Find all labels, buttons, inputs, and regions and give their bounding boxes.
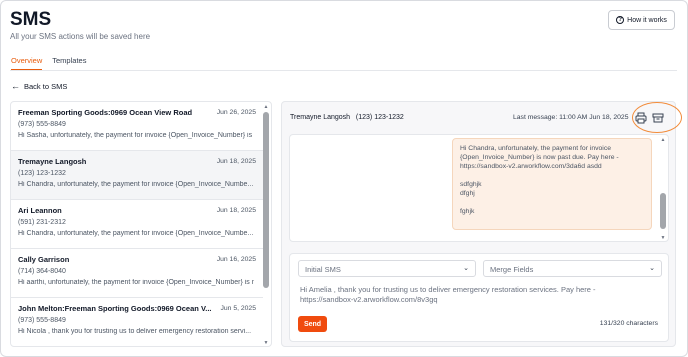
last-message-timestamp: Last message: 11:00 AM Jun 18, 2025 xyxy=(513,114,629,121)
tab-templates[interactable]: Templates xyxy=(52,56,86,71)
conversation-preview: Hi Sasha, unfortunately, the payment for… xyxy=(18,132,254,139)
conversation-item[interactable]: Tremayne Langosh Jun 18, 2025 (123) 123-… xyxy=(11,151,263,200)
how-it-works-label: How it works xyxy=(627,16,667,24)
conversation-phone: (973) 555-8849 xyxy=(18,317,66,324)
message-line: {Open_Invoice_Number} is now past due. P… xyxy=(460,154,619,161)
message-line: Hi Chandra, unfortunately, the payment f… xyxy=(460,145,611,152)
conversation-phone: (591) 231-2312 xyxy=(18,219,66,226)
merge-fields-select[interactable]: Merge Fields ⌄ xyxy=(483,260,662,277)
message-history: Hi Chandra, unfortunately, the payment f… xyxy=(289,134,669,242)
arrow-left-icon: ← xyxy=(11,81,20,91)
chevron-down-icon: ⌄ xyxy=(463,265,469,272)
conversation-date: Jun 5, 2025 xyxy=(220,305,256,312)
conversation-preview: Hi Chandra, unfortunately, the payment f… xyxy=(18,181,254,188)
message-input[interactable]: Hi Amelia , thank you for trusting us to… xyxy=(300,285,600,305)
page-title: SMS xyxy=(10,9,52,30)
scroll-down-icon[interactable]: ▼ xyxy=(660,235,666,241)
message-line xyxy=(460,198,644,207)
conversation-preview: Hi Chandra, unfortunately, the payment f… xyxy=(18,230,254,237)
thread-contact: Tremayne Langosh (123) 123-1232 xyxy=(290,114,404,121)
thread-contact-name: Tremayne Langosh xyxy=(290,114,351,121)
scrollbar-thumb[interactable] xyxy=(660,193,666,229)
merge-fields-select-value: Merge Fields xyxy=(490,265,534,274)
message-line xyxy=(460,171,644,180)
conversation-phone: (973) 555-8849 xyxy=(18,121,66,128)
back-link-label: Back to SMS xyxy=(24,81,68,91)
conversation-item[interactable]: Freeman Sporting Goods:0969 Ocean View R… xyxy=(11,102,263,151)
scroll-up-icon[interactable]: ▲ xyxy=(263,104,269,110)
conversation-item[interactable]: John Melton:Freeman Sporting Goods:0969 … xyxy=(11,298,263,346)
template-select-value: Initial SMS xyxy=(305,265,341,274)
annotation-circle xyxy=(632,102,682,133)
conversation-item[interactable]: Ari Leannon Jun 18, 2025 (591) 231-2312 … xyxy=(11,200,263,249)
conversation-date: Jun 26, 2025 xyxy=(216,109,256,116)
page-subtitle: All your SMS actions will be saved here xyxy=(10,32,151,41)
message-line: dfghj xyxy=(460,190,475,197)
scroll-down-icon[interactable]: ▼ xyxy=(263,340,269,346)
conversation-date: Jun 16, 2025 xyxy=(216,256,256,263)
conversation-phone: (123) 123-1232 xyxy=(18,170,66,177)
tab-bar: Overview Templates xyxy=(11,56,86,71)
template-select[interactable]: Initial SMS ⌄ xyxy=(298,260,476,277)
conversation-phone: (714) 364-8040 xyxy=(18,268,66,275)
conversation-thread: Tremayne Langosh (123) 123-1232 Last mes… xyxy=(281,101,682,347)
compose-box: Initial SMS ⌄ Merge Fields ⌄ Hi Amelia ,… xyxy=(289,253,669,342)
sms-page: SMS All your SMS actions will be saved h… xyxy=(0,0,688,357)
tab-overview[interactable]: Overview xyxy=(11,56,43,71)
chevron-down-icon: ⌄ xyxy=(649,265,655,272)
tabs-divider xyxy=(10,70,677,71)
conversation-preview: Hi aarthi, unfortunately, the payment fo… xyxy=(18,279,254,286)
message-scrollbar[interactable]: ▲ ▼ xyxy=(660,137,666,241)
conversation-list-scrollbar[interactable]: ▲ ▼ xyxy=(263,104,269,346)
question-circle-icon: ? xyxy=(616,16,625,24)
conversation-item[interactable]: Cally Garrison Jun 16, 2025 (714) 364-80… xyxy=(11,249,263,298)
scrollbar-thumb[interactable] xyxy=(263,112,269,288)
back-to-sms-link[interactable]: ← Back to SMS xyxy=(11,81,67,91)
send-button[interactable]: Send xyxy=(298,316,327,332)
message-line: sdfghjk xyxy=(460,181,482,188)
conversation-date: Jun 18, 2025 xyxy=(216,207,256,214)
how-it-works-button[interactable]: ? How it works xyxy=(608,10,675,30)
conversation-date: Jun 18, 2025 xyxy=(216,158,256,165)
conversation-preview: Hi Nicola , thank you for trusting us to… xyxy=(18,328,252,335)
scroll-up-icon[interactable]: ▲ xyxy=(660,137,666,143)
message-line: https://sandbox-v2.arworkflow.com/3da6d … xyxy=(460,163,602,170)
conversation-list: Freeman Sporting Goods:0969 Ocean View R… xyxy=(10,101,272,347)
thread-contact-phone: (123) 123-1232 xyxy=(355,114,404,121)
message-bubble: Hi Chandra, unfortunately, the payment f… xyxy=(452,138,652,230)
character-count: 131/320 characters xyxy=(599,320,658,327)
message-line: fghjk xyxy=(460,208,475,215)
